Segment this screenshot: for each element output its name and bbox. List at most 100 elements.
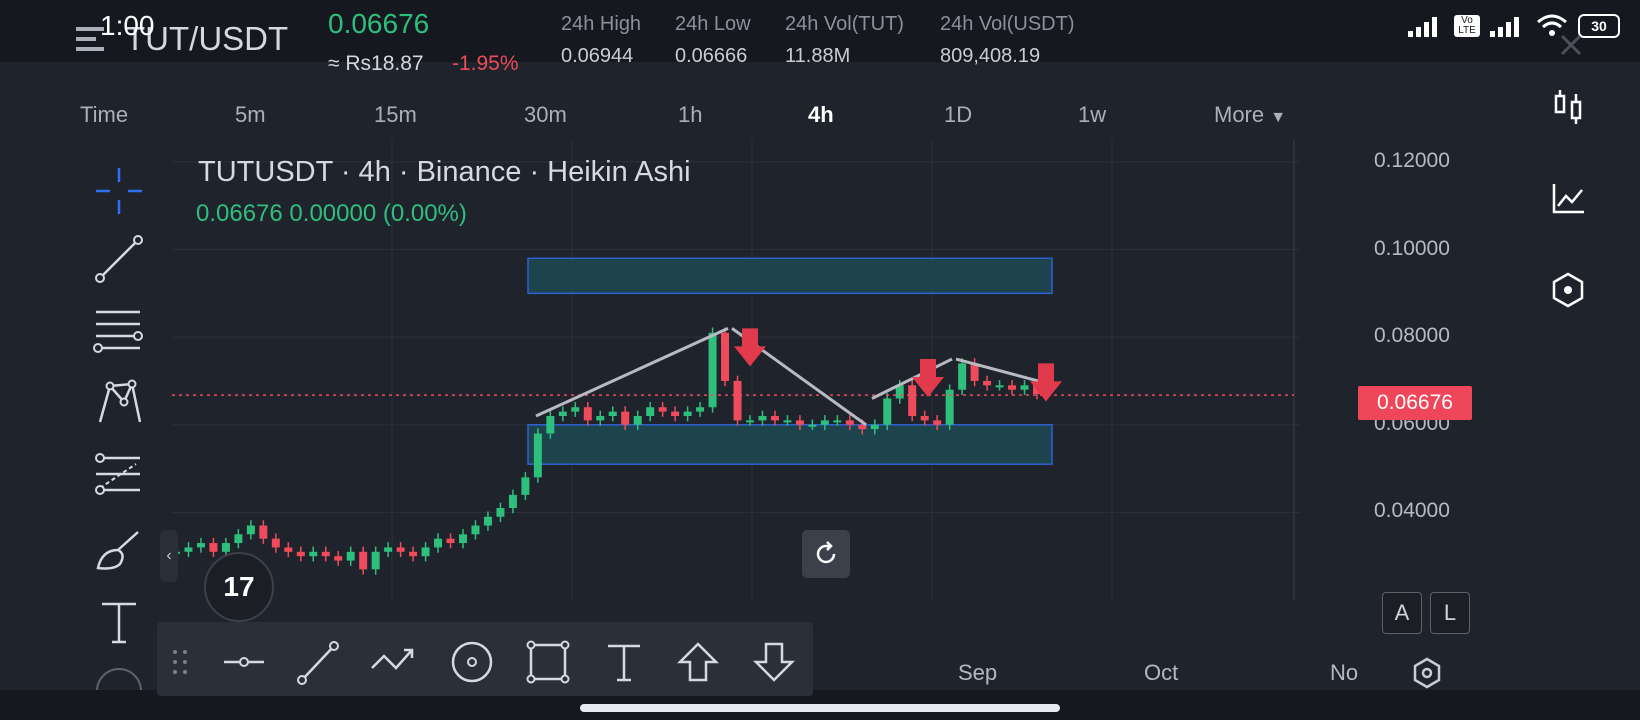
candle-body — [870, 424, 879, 430]
tradingview-logo: 17 — [204, 552, 274, 622]
log-scale-button[interactable]: L — [1430, 592, 1470, 634]
arrow-down-tool-icon[interactable] — [750, 638, 798, 686]
volte-icon: Vo LTE — [1454, 15, 1480, 37]
candle-body — [683, 411, 692, 416]
candle-body — [583, 407, 592, 421]
candle-body — [770, 416, 779, 421]
candle-body — [920, 416, 929, 421]
candle-body — [508, 494, 517, 508]
text-tool-bottom-icon[interactable] — [600, 638, 648, 686]
stat-value-vol-usdt: 809,408.19 — [940, 45, 1041, 67]
rectangle-tool-icon[interactable] — [524, 638, 572, 686]
candle-body — [296, 551, 305, 557]
circle-tool-icon[interactable] — [448, 638, 496, 686]
reset-chart-button[interactable] — [802, 530, 850, 578]
stat-value-vol-tut: 11.88M — [785, 45, 851, 67]
candle-body — [371, 551, 380, 570]
candle-body — [209, 543, 218, 552]
last-price: 0.06676 — [328, 8, 430, 39]
indicators-icon[interactable] — [1548, 178, 1588, 218]
candle-body — [995, 385, 1004, 388]
stat-label-low: 24h Low — [675, 13, 751, 35]
candle-body — [696, 407, 705, 412]
brush-icon[interactable] — [92, 524, 146, 578]
candle-body — [608, 411, 617, 416]
tab-more[interactable]: More ▼ — [1214, 102, 1286, 128]
chart-settings-icon[interactable] — [1410, 656, 1444, 690]
candle-body — [795, 420, 804, 425]
text-tool-icon[interactable] — [92, 596, 146, 650]
drag-handle-icon[interactable] — [170, 648, 190, 676]
stat-label-vol-usdt: 24h Vol(USDT) — [940, 13, 1075, 35]
tab-5m[interactable]: 5m — [235, 102, 266, 128]
candle-type-icon[interactable] — [1548, 86, 1588, 126]
candle-body — [845, 420, 854, 425]
candle-body — [646, 407, 655, 416]
candle-body — [958, 363, 967, 390]
tab-15m[interactable]: 15m — [374, 102, 417, 128]
pattern-icon[interactable] — [92, 376, 146, 430]
close-icon[interactable] — [1558, 32, 1584, 58]
candle-body — [309, 551, 318, 557]
fib-retracement-icon[interactable] — [92, 304, 146, 358]
candle-body — [833, 420, 842, 423]
forecast-icon[interactable] — [92, 448, 146, 502]
battery-icon: 30 — [1578, 14, 1620, 38]
candle-body — [359, 551, 368, 570]
auto-scale-button[interactable]: A — [1382, 592, 1422, 634]
chart-title: TUTUSDT · 4h · Binance · Heikin Ashi — [198, 156, 691, 188]
tab-1h[interactable]: 1h — [678, 102, 702, 128]
y-tick-label: 0.04000 — [1374, 499, 1450, 523]
candle-body — [546, 416, 555, 434]
candle-body — [571, 407, 580, 412]
tab-30m[interactable]: 30m — [524, 102, 567, 128]
crosshair-icon[interactable] — [92, 164, 146, 218]
candle-body — [284, 547, 293, 552]
x-tick-nov: No — [1330, 660, 1359, 685]
candle-body — [671, 411, 680, 416]
y-tick-label: 0.10000 — [1374, 236, 1450, 260]
candle-body — [820, 420, 829, 425]
candle-body — [658, 407, 667, 412]
tab-time[interactable]: Time — [80, 102, 128, 128]
candle-body — [271, 538, 280, 548]
last-price-tag: 0.06676 — [1358, 386, 1472, 420]
candle-body — [1008, 385, 1017, 390]
trend-line-tool-icon[interactable] — [294, 638, 342, 686]
arrow-up-tool-icon[interactable] — [674, 638, 722, 686]
reset-icon — [816, 541, 836, 564]
tab-4h[interactable]: 4h — [808, 102, 834, 128]
candle-body — [521, 477, 530, 495]
candle-body — [758, 416, 767, 421]
horizontal-line-tool-icon[interactable] — [220, 638, 268, 686]
zone-box — [527, 424, 1053, 465]
candle-body — [596, 416, 605, 421]
path-tool-icon[interactable] — [368, 638, 416, 686]
drawn-trend-line — [535, 327, 729, 418]
candle-body — [1020, 385, 1029, 390]
x-tick-oct: Oct — [1144, 660, 1179, 685]
candle-body — [783, 420, 792, 423]
tab-1w[interactable]: 1w — [1078, 102, 1106, 128]
candle-body — [184, 547, 193, 552]
candle-body — [471, 525, 480, 535]
stat-label-vol-tut: 24h Vol(TUT) — [785, 13, 904, 35]
candle-body — [221, 543, 230, 552]
settings-hex-icon[interactable] — [1548, 270, 1588, 310]
home-indicator[interactable] — [580, 704, 1060, 712]
trend-line-icon[interactable] — [92, 232, 146, 286]
tab-1d[interactable]: 1D — [944, 102, 972, 128]
candle-body — [259, 525, 268, 539]
candle-body — [434, 538, 443, 548]
stat-label-high: 24h High — [561, 13, 642, 35]
candle-body — [321, 551, 330, 557]
candle-body — [721, 332, 730, 381]
status-time: 1:00 — [100, 10, 155, 41]
stat-value-low: 0.06666 — [675, 45, 748, 67]
change-percent: -1.95% — [452, 52, 519, 75]
candle-body — [246, 525, 255, 535]
collapse-toolbar-button[interactable]: ‹ — [160, 530, 178, 582]
candle-body — [196, 543, 205, 548]
tab-more-label: More — [1214, 102, 1265, 127]
candle-body — [483, 516, 492, 526]
